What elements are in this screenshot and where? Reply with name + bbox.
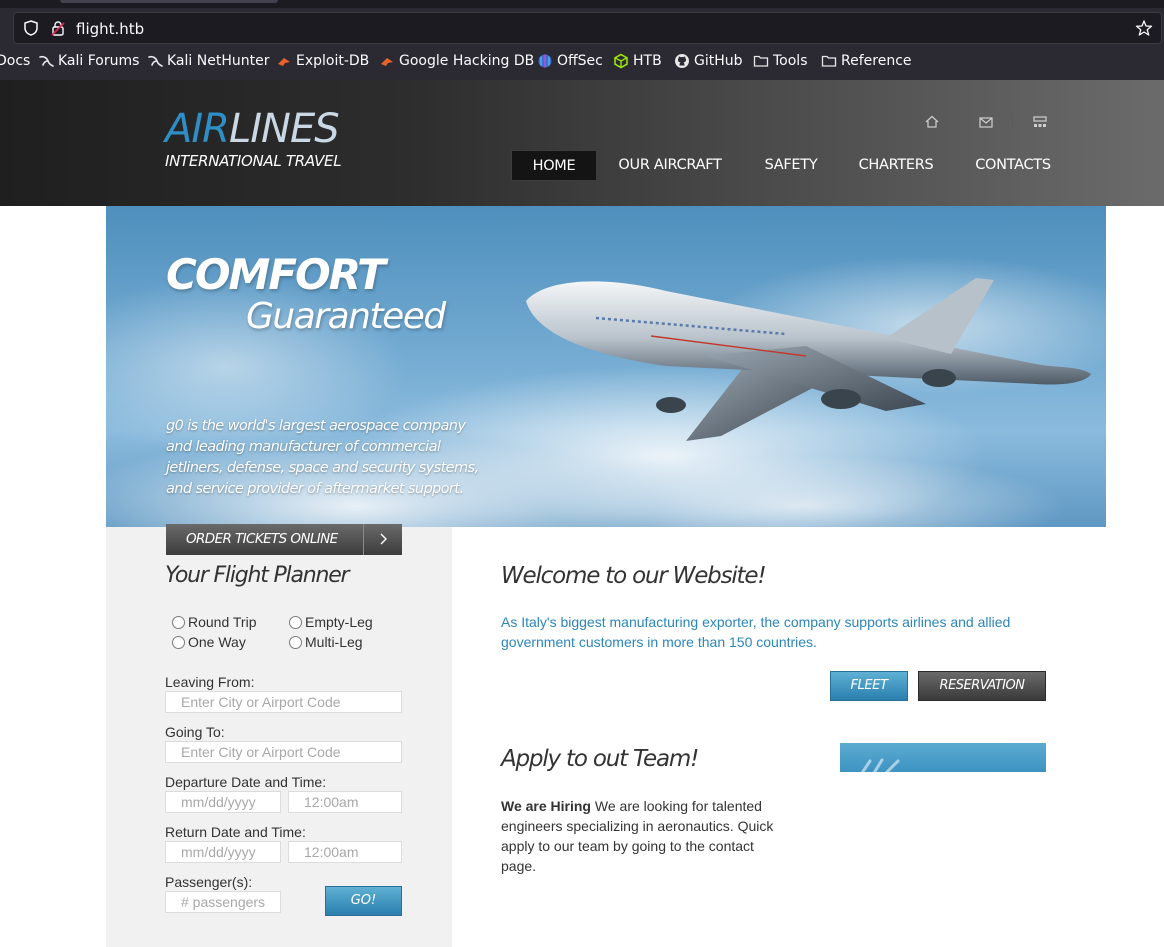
radio-empty-leg[interactable]: Empty-Leg <box>289 614 373 630</box>
offsec-icon <box>538 54 552 68</box>
radio-round-trip[interactable]: Round Trip <box>172 614 256 630</box>
order-tickets-label: ORDER TICKETS ONLINE <box>186 531 338 547</box>
passengers-label: Passenger(s): <box>165 874 253 890</box>
go-button[interactable]: GO! <box>325 886 402 916</box>
return-date-input[interactable]: mm/dd/yyyy <box>165 841 281 863</box>
order-tickets-button[interactable]: ORDER TICKETS ONLINE <box>166 524 402 555</box>
tab-strip <box>0 0 1164 8</box>
leaving-from-input[interactable]: Enter City or Airport Code <box>165 691 402 713</box>
hero-banner: COMFORT Guaranteed g0 is the world's lar… <box>106 206 1106 527</box>
departure-time-input[interactable]: 12:00am <box>288 791 402 813</box>
radio-label: Empty-Leg <box>305 614 373 630</box>
bookmark-kali-forums[interactable]: Kali Forums <box>38 53 139 69</box>
main-content: Welcome to our Website! As Italy's bigge… <box>452 527 1106 947</box>
bookmark-label: GitHub <box>694 53 743 69</box>
shield-icon[interactable] <box>22 19 40 37</box>
planner-title: Your Flight Planner <box>165 563 350 588</box>
hero-title: COMFORT <box>166 250 386 299</box>
radio-one-way[interactable]: One Way <box>172 634 246 650</box>
exploit-db-icon <box>381 58 393 66</box>
nav-safety[interactable]: SAFETY <box>761 150 821 181</box>
site-header: AIRLINES INTERNATIONAL TRAVEL HOME OUR A… <box>0 80 1164 206</box>
bookmark-folder-reference[interactable]: Reference <box>821 53 912 69</box>
logo-wordmark: AIRLINES <box>165 108 341 150</box>
logo-lines: LINES <box>228 106 340 152</box>
bookmark-label: HTB <box>633 53 662 69</box>
chevron-right-icon <box>380 533 387 545</box>
radio-label: Multi-Leg <box>305 634 363 650</box>
bookmark-kali-nethunter[interactable]: Kali NetHunter <box>147 53 269 69</box>
bookmark-label: Reference <box>841 53 912 69</box>
bookmark-docs[interactable]: Docs <box>0 53 30 69</box>
bookmark-github[interactable]: GitHub <box>674 53 743 69</box>
folder-icon <box>753 55 769 67</box>
bookmark-label: Kali NetHunter <box>167 53 270 69</box>
browser-chrome: flight.htb Docs Kali Forums Kali NetHunt… <box>0 0 1164 80</box>
kali-dragon-icon <box>39 55 54 67</box>
welcome-heading: Welcome to our Website! <box>501 563 767 589</box>
reservation-button[interactable]: RESERVATION <box>918 671 1046 701</box>
bookmark-folder-tools[interactable]: Tools <box>753 53 808 69</box>
apply-heading: Apply to out Team! <box>501 746 699 772</box>
url-bar[interactable]: flight.htb <box>13 12 1162 44</box>
bookmark-label: Exploit-DB <box>296 53 370 69</box>
bookmark-offsec[interactable]: OffSec <box>537 53 603 69</box>
hiring-bold: We are Hiring <box>501 798 591 814</box>
return-label: Return Date and Time: <box>165 824 306 840</box>
url-text[interactable]: flight.htb <box>76 20 144 38</box>
radio-circle[interactable] <box>172 635 185 649</box>
departure-label: Departure Date and Time: <box>165 774 327 790</box>
nav-our-aircraft[interactable]: OUR AIRCRAFT <box>615 150 725 181</box>
going-to-input[interactable]: Enter City or Airport Code <box>165 741 402 763</box>
bookmark-htb[interactable]: HTB <box>613 53 662 69</box>
nav-contacts[interactable]: CONTACTS <box>973 150 1053 181</box>
logo-air: AIR <box>165 106 230 152</box>
nav-home[interactable]: HOME <box>511 150 597 181</box>
exploit-db-icon <box>278 58 290 66</box>
going-to-label: Going To: <box>165 724 225 740</box>
flight-planner-sidebar: ORDER TICKETS ONLINE Your Flight Planner… <box>106 524 452 947</box>
hiring-paragraph: We are Hiring We are looking for talente… <box>501 796 791 876</box>
kali-dragon-icon <box>148 55 163 67</box>
radio-circle[interactable] <box>289 635 302 649</box>
leaving-from-label: Leaving From: <box>165 674 255 690</box>
nav-charters[interactable]: CHARTERS <box>857 150 935 181</box>
bookmark-label: OffSec <box>557 53 603 69</box>
welcome-text: As Italy's biggest manufacturing exporte… <box>501 614 1011 650</box>
site-logo[interactable]: AIRLINES INTERNATIONAL TRAVEL <box>165 108 342 170</box>
bookmarks-toolbar: Docs Kali Forums Kali NetHunter Exploit-… <box>0 52 1164 76</box>
radio-circle[interactable] <box>172 615 185 629</box>
divider <box>363 524 364 555</box>
sitemap-icon[interactable] <box>1030 112 1050 132</box>
return-time-input[interactable]: 12:00am <box>288 841 402 863</box>
mail-icon[interactable] <box>976 112 996 132</box>
fleet-button[interactable]: FLEET <box>830 671 908 701</box>
divider <box>1012 114 1013 130</box>
passengers-input[interactable]: # passengers <box>165 891 281 913</box>
htb-cube-icon <box>614 53 628 69</box>
divider <box>958 114 959 130</box>
folder-icon <box>821 55 837 67</box>
radio-label: One Way <box>188 634 246 650</box>
bookmark-label: Google Hacking DB <box>399 53 535 69</box>
home-icon[interactable] <box>922 112 942 132</box>
active-tab[interactable] <box>60 0 278 3</box>
github-icon <box>675 54 689 68</box>
hero-subtitle: Guaranteed <box>246 296 446 337</box>
bookmark-label: Tools <box>773 53 808 69</box>
departure-date-input[interactable]: mm/dd/yyyy <box>165 791 281 813</box>
radio-circle[interactable] <box>289 615 302 629</box>
bookmark-label: Docs <box>0 53 31 69</box>
lock-warning-icon[interactable] <box>50 20 66 36</box>
bookmark-label: Kali Forums <box>58 53 140 69</box>
logo-tagline: INTERNATIONAL TRAVEL <box>165 152 342 170</box>
hero-description: g0 is the world's largest aerospace comp… <box>166 418 479 497</box>
bookmark-exploit-db[interactable]: Exploit-DB <box>276 53 369 69</box>
radio-multi-leg[interactable]: Multi-Leg <box>289 634 363 650</box>
bookmark-google-hacking-db[interactable]: Google Hacking DB <box>379 53 534 69</box>
radio-label: Round Trip <box>188 614 257 630</box>
team-image <box>840 743 1046 772</box>
team-image-graphic <box>860 758 900 772</box>
bookmark-star-icon[interactable] <box>1135 19 1153 37</box>
